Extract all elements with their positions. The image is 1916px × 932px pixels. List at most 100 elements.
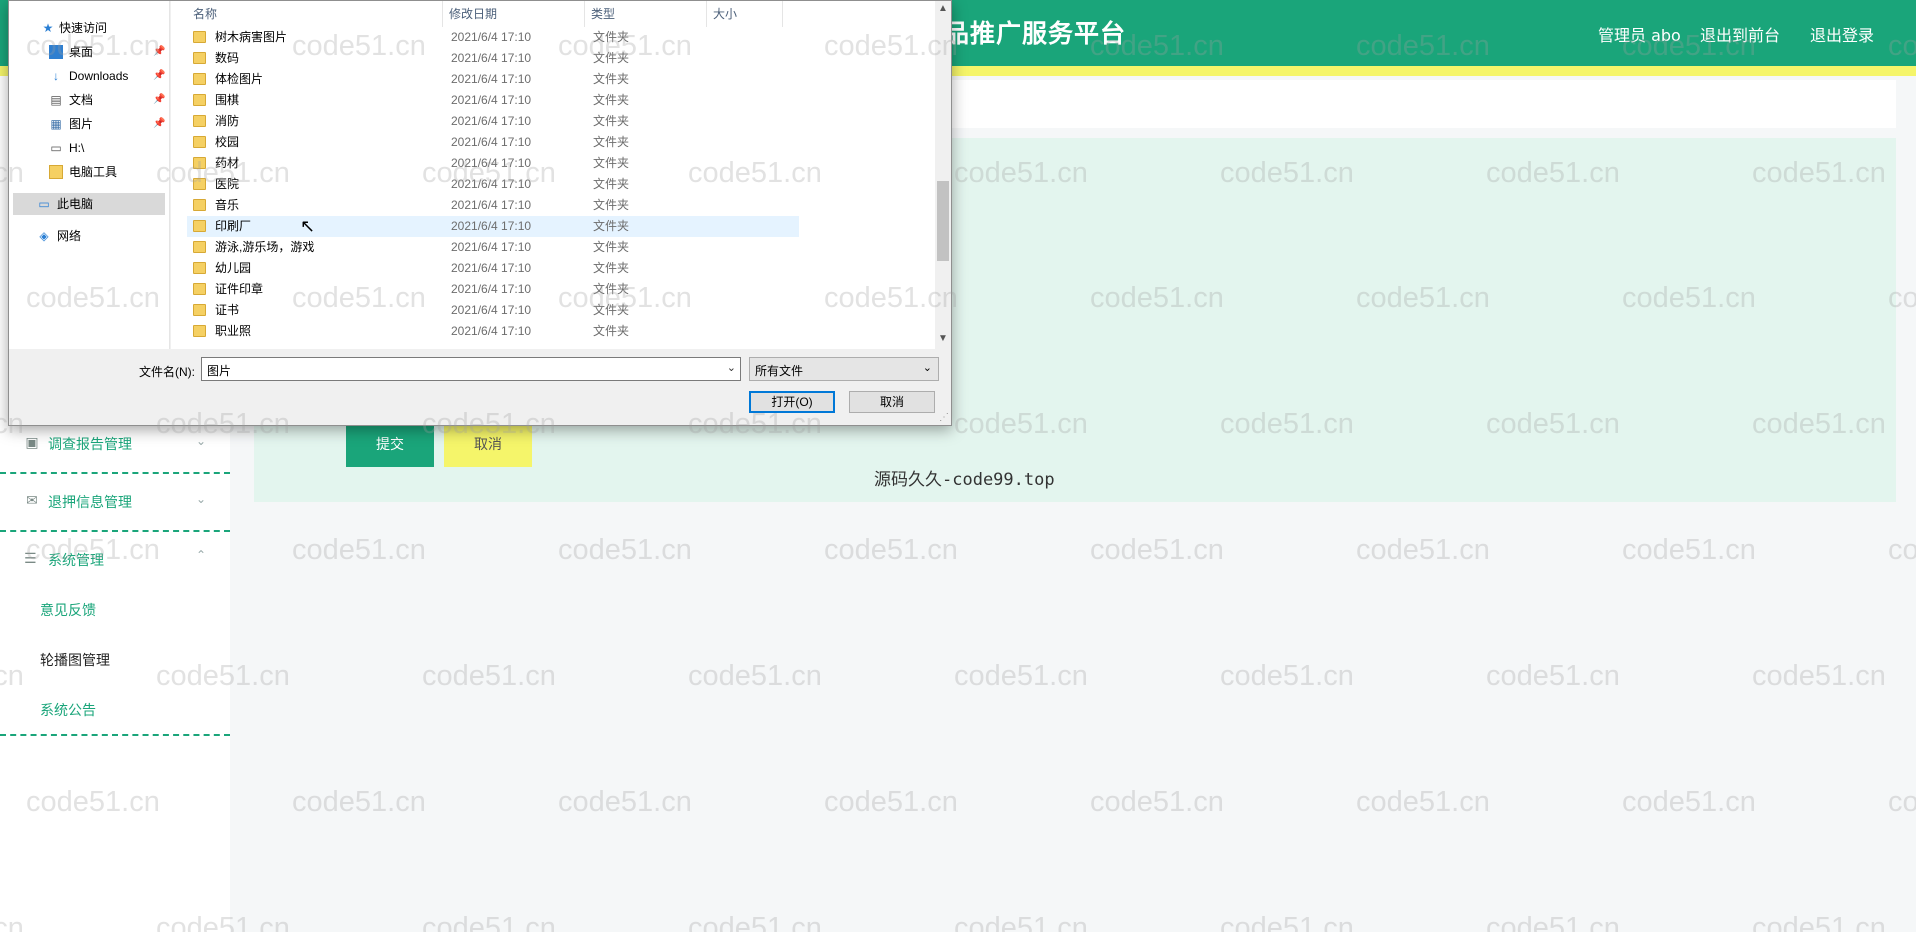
chevron-down-icon: ⌄ [196, 492, 207, 506]
file-type: 文件夹 [593, 219, 630, 233]
nav-drive-h[interactable]: ▭ H:\ [13, 137, 165, 159]
watermark-text: code51.cn [824, 534, 958, 566]
chevron-down-icon[interactable]: ⌄ [727, 361, 736, 374]
report-icon: ▣ [25, 435, 39, 451]
file-name: 围棋 [215, 93, 240, 107]
file-row[interactable]: 数码 2021/6/4 17:10 文件夹 [187, 48, 799, 69]
menu-label: 调查报告管理 [48, 437, 132, 453]
vertical-scrollbar[interactable] [935, 1, 951, 349]
app-title: 品推广服务平台 [944, 19, 1127, 48]
file-row[interactable]: 消防 2021/6/4 17:10 文件夹 [187, 111, 799, 132]
column-header-size[interactable]: 大小 [707, 1, 783, 27]
file-row[interactable]: 证件印章 2021/6/4 17:10 文件夹 [187, 279, 799, 300]
logout-link[interactable]: 退出登录 [1810, 22, 1874, 46]
nav-label: 此电脑 [57, 197, 94, 211]
resize-grip-icon[interactable]: ⋰ [939, 412, 949, 423]
nav-quick-access[interactable]: ★ 快速访问 [13, 17, 165, 39]
file-row[interactable]: 药材 2021/6/4 17:10 文件夹 [187, 153, 799, 174]
scrollbar-thumb[interactable] [937, 181, 949, 261]
file-date: 2021/6/4 17:10 [451, 198, 532, 212]
menu-label: 退押信息管理 [48, 495, 132, 511]
menu-system-management[interactable]: ☰ 系统管理 ⌃ [0, 532, 230, 588]
admin-user-link[interactable]: 管理员 abo [1598, 22, 1681, 46]
column-header-name[interactable]: 名称 [187, 1, 443, 27]
watermark-text: code51.cn [1090, 534, 1224, 566]
menu-deposit-refund[interactable]: ✉ 退押信息管理 ⌄ [0, 474, 230, 532]
file-type: 文件夹 [593, 261, 630, 275]
file-row[interactable]: 校园 2021/6/4 17:10 文件夹 [187, 132, 799, 153]
star-icon: ★ [42, 21, 54, 35]
file-type: 文件夹 [593, 324, 630, 338]
nav-label: H:\ [69, 141, 85, 155]
drive-icon: ▭ [50, 141, 62, 155]
folder-icon [193, 157, 206, 169]
nav-network[interactable]: ◈ 网络 [13, 225, 165, 247]
nav-label: 快速访问 [59, 21, 108, 35]
scroll-down-icon[interactable]: ▼ [938, 333, 948, 344]
dialog-cancel-button[interactable]: 取消 [849, 391, 935, 413]
file-date: 2021/6/4 17:10 [451, 114, 532, 128]
file-date: 2021/6/4 17:10 [451, 156, 532, 170]
nav-pictures[interactable]: ▦ 图片 📌 [13, 113, 165, 135]
pin-icon: 📌 [153, 118, 166, 129]
pin-icon: 📌 [153, 94, 166, 105]
nav-downloads[interactable]: ↓ Downloads 📌 [13, 65, 165, 87]
file-name: 校园 [215, 135, 240, 149]
file-row[interactable]: 幼儿园 2021/6/4 17:10 文件夹 [187, 258, 799, 279]
file-row[interactable]: 印刷厂 2021/6/4 17:10 文件夹 [187, 216, 799, 237]
watermark-text: code51.cn [558, 786, 692, 818]
nav-documents[interactable]: ▤ 文档 📌 [13, 89, 165, 111]
file-type: 文件夹 [593, 240, 630, 254]
chevron-down-icon: ⌄ [922, 362, 932, 374]
nav-this-pc[interactable]: ▭ 此电脑 [13, 193, 165, 215]
nav-desktop[interactable]: 桌面 📌 [13, 41, 165, 63]
menu-label: 系统管理 [48, 553, 104, 569]
submit-button[interactable]: 提交 [346, 421, 434, 467]
nav-label: 桌面 [69, 45, 94, 59]
scroll-up-icon[interactable]: ▲ [938, 3, 948, 14]
file-date: 2021/6/4 17:10 [451, 72, 532, 86]
navigation-pane: ★ 快速访问 桌面 📌 ↓ Downloads 📌 ▤ 文档 📌 ▦ 图片 📌 … [9, 1, 170, 349]
file-row[interactable]: 证书 2021/6/4 17:10 文件夹 [187, 300, 799, 321]
file-row[interactable]: 游泳,游乐场，游戏 2021/6/4 17:10 文件夹 [187, 237, 799, 258]
file-name: 音乐 [215, 198, 240, 212]
column-header-type[interactable]: 类型 [585, 1, 707, 27]
folder-icon [49, 165, 63, 179]
nav-computer-tools[interactable]: 电脑工具 [13, 161, 165, 183]
sub-item-announcement[interactable]: 系统公告 [40, 700, 96, 720]
file-row[interactable]: 体检图片 2021/6/4 17:10 文件夹 [187, 69, 799, 90]
file-type: 文件夹 [593, 303, 630, 317]
file-row[interactable]: 围棋 2021/6/4 17:10 文件夹 [187, 90, 799, 111]
watermark-text: code51.cn [422, 912, 556, 932]
picture-icon: ▦ [50, 117, 62, 131]
file-name: 药材 [215, 156, 240, 170]
file-row[interactable]: 音乐 2021/6/4 17:10 文件夹 [187, 195, 799, 216]
file-row[interactable]: 医院 2021/6/4 17:10 文件夹 [187, 174, 799, 195]
file-row[interactable]: 职业照 2021/6/4 17:10 文件夹 [187, 321, 799, 342]
file-type: 文件夹 [593, 198, 630, 212]
nav-label: 电脑工具 [69, 165, 118, 179]
sub-item-feedback[interactable]: 意见反馈 [40, 600, 96, 620]
download-icon: ↓ [53, 69, 59, 83]
file-type: 文件夹 [593, 135, 630, 149]
file-date: 2021/6/4 17:10 [451, 135, 532, 149]
file-name: 职业照 [215, 324, 252, 338]
watermark-text: code51.cn [1486, 912, 1620, 932]
column-header-date[interactable]: 修改日期 [443, 1, 585, 27]
file-type-filter[interactable]: 所有文件 ⌄ [749, 357, 939, 381]
folder-icon [193, 136, 206, 148]
divider [0, 734, 230, 736]
back-to-front-link[interactable]: 退出到前台 [1700, 22, 1780, 46]
mail-icon: ✉ [26, 493, 38, 509]
open-button[interactable]: 打开(O) [749, 391, 835, 413]
file-row[interactable]: 树木病害图片 2021/6/4 17:10 文件夹 [187, 27, 799, 48]
filename-input[interactable]: 图片 ⌄ [201, 357, 741, 381]
network-icon: ◈ [39, 229, 49, 243]
watermark-text: code51.cn [292, 786, 426, 818]
sub-item-carousel[interactable]: 轮播图管理 [40, 650, 110, 670]
folder-icon [193, 178, 206, 190]
file-type: 文件夹 [593, 93, 630, 107]
cancel-button[interactable]: 取消 [444, 421, 532, 467]
file-name: 体检图片 [215, 72, 264, 86]
nav-label: Downloads [69, 69, 129, 83]
